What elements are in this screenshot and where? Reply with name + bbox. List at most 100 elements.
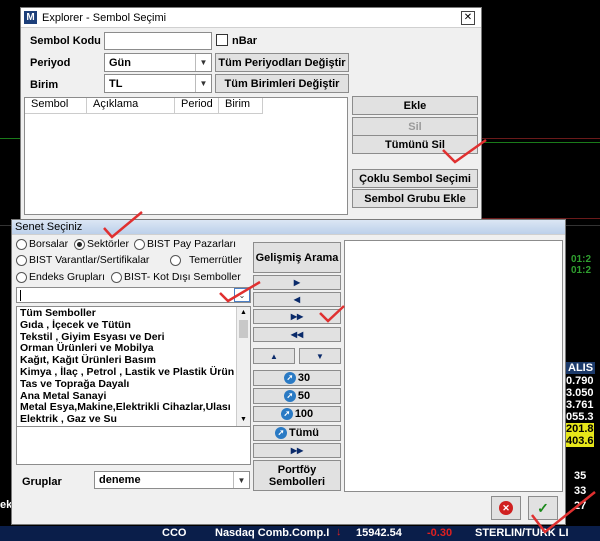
ticker-name: Nasdaq Comb.Comp.I: [215, 527, 330, 539]
period-select[interactable]: Gün ▼: [104, 53, 212, 72]
arrow-left-icon: ◀: [293, 295, 301, 304]
scroll-up-icon[interactable]: ▲: [237, 307, 250, 319]
chevron-down-icon[interactable]: ▼: [195, 54, 211, 71]
app-logo-icon: M: [24, 11, 37, 24]
down-arrow-icon: ↓: [336, 526, 342, 538]
change-all-units-button[interactable]: Tüm Birimleri Değiştir: [215, 74, 349, 93]
button-label: Sembolleri: [268, 475, 326, 488]
arrow-right-icon: ▶: [293, 278, 301, 287]
senet-dialog: Senet Seçiniz Borsalar Sektörler BIST Pa…: [11, 219, 566, 525]
ticker-bottom-3: 27: [574, 500, 587, 512]
radio-label: Sektörler: [87, 238, 130, 250]
radio-icon[interactable]: [16, 254, 27, 266]
double-arrow-right-icon: ▶▶: [290, 446, 304, 455]
radio-icon[interactable]: [74, 238, 85, 250]
symbol-code-input[interactable]: [104, 32, 212, 50]
move-all-left-button[interactable]: ◀◀: [253, 327, 341, 342]
top-30-button[interactable]: ➚ 30: [253, 370, 341, 386]
check-icon: ✓: [537, 499, 549, 516]
sector-search-input[interactable]: ⌄: [16, 287, 251, 303]
radio-borsalar[interactable]: Borsalar: [16, 238, 68, 250]
move-down-button[interactable]: ▼: [299, 348, 341, 364]
groups-select[interactable]: deneme ▼: [94, 471, 250, 489]
nbar-checkbox[interactable]: [216, 34, 228, 46]
advanced-search-button[interactable]: Gelişmiş Arama: [253, 242, 341, 273]
list-item[interactable]: Gıda , İçecek ve Tütün: [17, 319, 235, 332]
unit-select[interactable]: TL ▼: [104, 74, 212, 93]
radio-icon[interactable]: [170, 254, 181, 266]
portfolio-symbols-button[interactable]: Portföy Sembolleri: [253, 460, 341, 491]
button-label: Tümü: [289, 427, 319, 439]
radio-icon[interactable]: [111, 271, 122, 283]
time-label-1: 01:2: [571, 254, 592, 265]
radio-icon[interactable]: [16, 238, 27, 250]
double-arrow-left-icon: ◀◀: [290, 330, 304, 339]
rocket-icon: ➚: [280, 408, 293, 420]
sector-list[interactable]: Tüm Semboller Gıda , İçecek ve Tütün Tek…: [16, 306, 251, 427]
list-item[interactable]: Kimya , İlaç , Petrol , Lastik ve Plasti…: [17, 366, 235, 379]
portfolio-arrow-button[interactable]: ▶▶: [253, 443, 341, 458]
scroll-down-icon[interactable]: ▼: [237, 414, 250, 426]
nbar-label: nBar: [232, 35, 258, 47]
top-50-button[interactable]: ➚ 50: [253, 388, 341, 404]
multi-symbol-select-button[interactable]: Çoklu Sembol Seçimi: [352, 169, 478, 188]
radio-bist-varantlar[interactable]: BIST Varantlar/Sertifikalar: [16, 254, 149, 266]
move-left-button[interactable]: ◀: [253, 292, 341, 307]
ticker-value: 3.761: [566, 399, 594, 411]
change-all-periods-button[interactable]: Tüm Periyodları Değiştir: [215, 53, 349, 72]
delete-all-button[interactable]: Tümünü Sil: [352, 135, 478, 154]
ticker-value: 055.3: [566, 411, 594, 423]
radio-endeks-gruplari[interactable]: Endeks Grupları: [16, 271, 105, 283]
cancel-button[interactable]: ✕: [491, 496, 521, 520]
sector-list-items: Tüm Semboller Gıda , İçecek ve Tütün Tek…: [17, 308, 235, 426]
radio-label: Temerrütler: [189, 254, 243, 266]
symbol-table[interactable]: Sembol Açıklama Period Birim: [24, 97, 348, 215]
radio-bist-pay-pazarlari[interactable]: BIST Pay Pazarları: [134, 238, 236, 250]
ticker-value: 3.050: [566, 387, 594, 399]
radio-icon[interactable]: [134, 238, 145, 250]
delete-button[interactable]: Sil: [352, 117, 478, 136]
move-up-button[interactable]: ▲: [253, 348, 295, 364]
list-scrollbar[interactable]: ▲ ▼: [236, 307, 250, 426]
column-header[interactable]: Açıklama: [87, 98, 175, 114]
ok-button[interactable]: ✓: [528, 496, 558, 520]
rocket-icon: ➚: [283, 372, 296, 384]
symbol-code-label: Sembol Kodu: [30, 35, 101, 47]
ticker-code: CCO: [162, 527, 187, 539]
add-button[interactable]: Ekle: [352, 96, 478, 115]
scroll-thumb[interactable]: [239, 320, 248, 338]
selected-symbols-list[interactable]: [344, 240, 563, 492]
column-header[interactable]: Birim: [219, 98, 263, 114]
radio-sektorler[interactable]: Sektörler: [74, 238, 129, 250]
radio-icon[interactable]: [16, 271, 27, 283]
radio-label: BIST Varantlar/Sertifikalar: [29, 254, 150, 266]
list-item[interactable]: Elektrik , Gaz ve Su: [17, 413, 235, 426]
blank-area: [16, 427, 251, 465]
ticker-value: 0.790: [566, 375, 594, 387]
close-icon[interactable]: ✕: [461, 11, 475, 25]
chevron-down-icon[interactable]: ▼: [195, 75, 211, 92]
chevron-down-icon[interactable]: ⌄: [234, 288, 250, 302]
column-header[interactable]: Sembol: [25, 98, 87, 114]
panel-label: ALIS: [566, 362, 596, 374]
period-value: Gün: [109, 56, 131, 69]
arrow-up-icon: ▲: [270, 351, 278, 361]
explorer-window: M Explorer - Sembol Seçimi ✕ Sembol Kodu…: [20, 7, 482, 220]
rocket-icon: ➚: [283, 390, 296, 402]
period-label: Periyod: [30, 57, 71, 69]
button-label: 30: [297, 372, 311, 384]
list-item[interactable]: Tas ve Toprağa Dayalı: [17, 378, 235, 391]
radio-kot-disi[interactable]: BIST- Kot Dışı Semboller: [111, 271, 241, 283]
top-100-button[interactable]: ➚ 100: [253, 406, 341, 422]
senet-title: Senet Seçiniz: [15, 221, 83, 233]
groups-value: deneme: [99, 474, 141, 486]
rocket-icon: ➚: [275, 427, 288, 439]
all-button[interactable]: ➚ Tümü: [253, 425, 341, 441]
senet-titlebar: Senet Seçiniz: [12, 220, 565, 235]
radio-temerrutler[interactable]: Temerrütler: [170, 254, 242, 266]
move-all-right-button[interactable]: ▶▶: [253, 309, 341, 324]
column-header[interactable]: Period: [175, 98, 219, 114]
chevron-down-icon[interactable]: ▼: [233, 472, 249, 488]
add-symbol-group-button[interactable]: Sembol Grubu Ekle: [352, 189, 478, 208]
move-right-button[interactable]: ▶: [253, 275, 341, 290]
